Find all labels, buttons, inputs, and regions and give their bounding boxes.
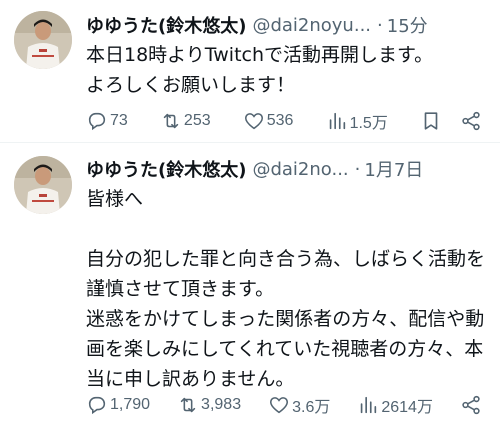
retweet-icon bbox=[180, 397, 196, 413]
share-button[interactable] bbox=[460, 394, 482, 416]
retweet-count: 3,983 bbox=[201, 396, 242, 413]
like-count: 536 bbox=[266, 112, 294, 129]
action-bar: 1,790 3,983 3.6万 2614万 bbox=[86, 393, 482, 417]
share-icon bbox=[462, 111, 480, 131]
retweet-icon bbox=[163, 113, 179, 129]
views-count: 1.5万 bbox=[349, 115, 388, 132]
retweet-button[interactable]: 3,983 bbox=[177, 394, 241, 416]
separator-dot: · bbox=[354, 158, 361, 180]
reply-button[interactable]: 1,790 bbox=[86, 394, 150, 416]
avatar[interactable] bbox=[14, 11, 72, 69]
bookmark-icon bbox=[424, 112, 438, 130]
tweet[interactable]: ゆゆうた(鈴木悠太) @dai2no... · 1月7日 皆様へ 自分の犯した罪… bbox=[0, 143, 500, 433]
retweet-button[interactable]: 253 bbox=[160, 110, 211, 132]
reply-icon bbox=[88, 112, 106, 131]
reply-count: 1,790 bbox=[110, 396, 151, 413]
author-name[interactable]: ゆゆうた(鈴木悠太) bbox=[86, 12, 246, 38]
separator-dot: · bbox=[377, 14, 383, 36]
reply-count: 73 bbox=[110, 112, 128, 129]
like-count: 3.6万 bbox=[292, 399, 331, 416]
share-icon bbox=[462, 395, 480, 415]
reply-button[interactable]: 73 bbox=[86, 110, 128, 132]
views-icon bbox=[329, 112, 345, 130]
views-button[interactable]: 1.5万 bbox=[326, 109, 388, 133]
like-button[interactable]: 536 bbox=[243, 110, 294, 132]
share-button[interactable] bbox=[460, 110, 482, 132]
heart-icon bbox=[244, 113, 263, 130]
reply-icon bbox=[88, 396, 106, 415]
like-button[interactable]: 3.6万 bbox=[268, 393, 330, 417]
tweet-text: 皆様へ 自分の犯した罪と向き合う為、しばらく活動を謹慎させて頂きます。 迷惑をか… bbox=[86, 188, 486, 390]
author-handle[interactable]: @dai2noyu... bbox=[252, 15, 371, 36]
retweet-count: 253 bbox=[183, 112, 211, 129]
timestamp[interactable]: 15分 bbox=[387, 12, 428, 38]
timestamp[interactable]: 1月7日 bbox=[364, 156, 423, 182]
tweet[interactable]: ゆゆうた(鈴木悠太) @dai2noyu... · 15分 本日18時よりTwi… bbox=[0, 0, 500, 142]
author-name[interactable]: ゆゆうた(鈴木悠太) bbox=[86, 156, 246, 182]
action-bar: 73 253 536 1.5万 bbox=[86, 109, 482, 133]
views-icon bbox=[361, 396, 377, 414]
tweet-text: 本日18時よりTwitchで活動再開します。 よろしくお願いします！ bbox=[86, 44, 434, 96]
author-handle[interactable]: @dai2no... bbox=[252, 159, 348, 180]
views-button[interactable]: 2614万 bbox=[357, 393, 433, 417]
avatar[interactable] bbox=[14, 156, 72, 214]
views-count: 2614万 bbox=[381, 399, 433, 416]
heart-icon bbox=[270, 397, 289, 414]
bookmark-button[interactable] bbox=[420, 110, 442, 132]
